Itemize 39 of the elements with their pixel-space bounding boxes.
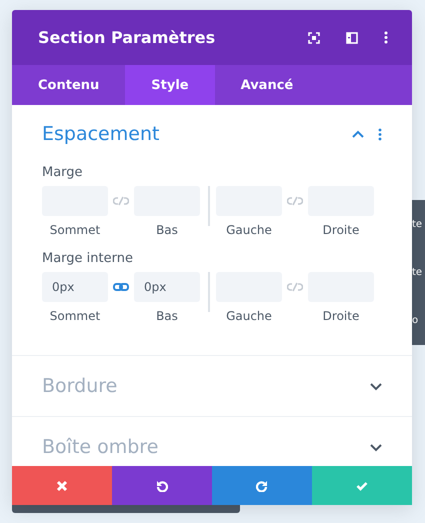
close-icon — [56, 480, 68, 492]
section-title[interactable]: Espacement — [42, 123, 160, 145]
field-caption: Sommet — [50, 309, 100, 323]
field-caption: Droite — [322, 223, 360, 237]
cancel-button[interactable] — [12, 466, 112, 505]
tab[interactable]: Style — [125, 65, 215, 105]
save-button[interactable] — [312, 466, 412, 505]
redo-button[interactable] — [212, 466, 312, 505]
field-caption: Gauche — [226, 309, 272, 323]
input-field[interactable]: 0px — [42, 272, 108, 302]
sidebar-layout-icon[interactable] — [346, 32, 358, 44]
more-options-icon[interactable] — [378, 128, 382, 140]
background-text: o — [412, 315, 420, 326]
checkmark-icon — [356, 480, 368, 492]
fullscreen-icon[interactable] — [308, 32, 320, 44]
background-text: te — [412, 266, 424, 278]
field-caption: Bas — [156, 223, 178, 237]
modal-title: Section Paramètres — [38, 28, 216, 47]
field-caption: Bas — [156, 309, 178, 323]
field-label: Marge interne — [42, 251, 134, 266]
field-label: Marge — [42, 165, 84, 180]
background-text: te — [412, 218, 424, 230]
tab[interactable]: Avancé — [214, 65, 320, 105]
chevron-down-icon[interactable] — [370, 442, 382, 452]
input-field[interactable]: 0px — [134, 272, 200, 302]
field-caption: Gauche — [226, 223, 272, 237]
link-icon[interactable] — [113, 281, 129, 293]
unlink-icon[interactable] — [287, 195, 303, 207]
field-caption: Sommet — [50, 223, 100, 237]
tab[interactable]: Contenu — [12, 65, 126, 105]
more-options-icon[interactable] — [384, 31, 388, 44]
undo-icon — [156, 480, 168, 492]
unlink-icon[interactable] — [113, 195, 129, 207]
chevron-down-icon[interactable] — [370, 382, 382, 390]
field-caption: Droite — [322, 309, 360, 323]
chevron-up-icon[interactable] — [352, 130, 364, 138]
undo-button[interactable] — [112, 466, 212, 505]
unlink-icon[interactable] — [287, 281, 303, 293]
redo-icon — [256, 480, 268, 492]
